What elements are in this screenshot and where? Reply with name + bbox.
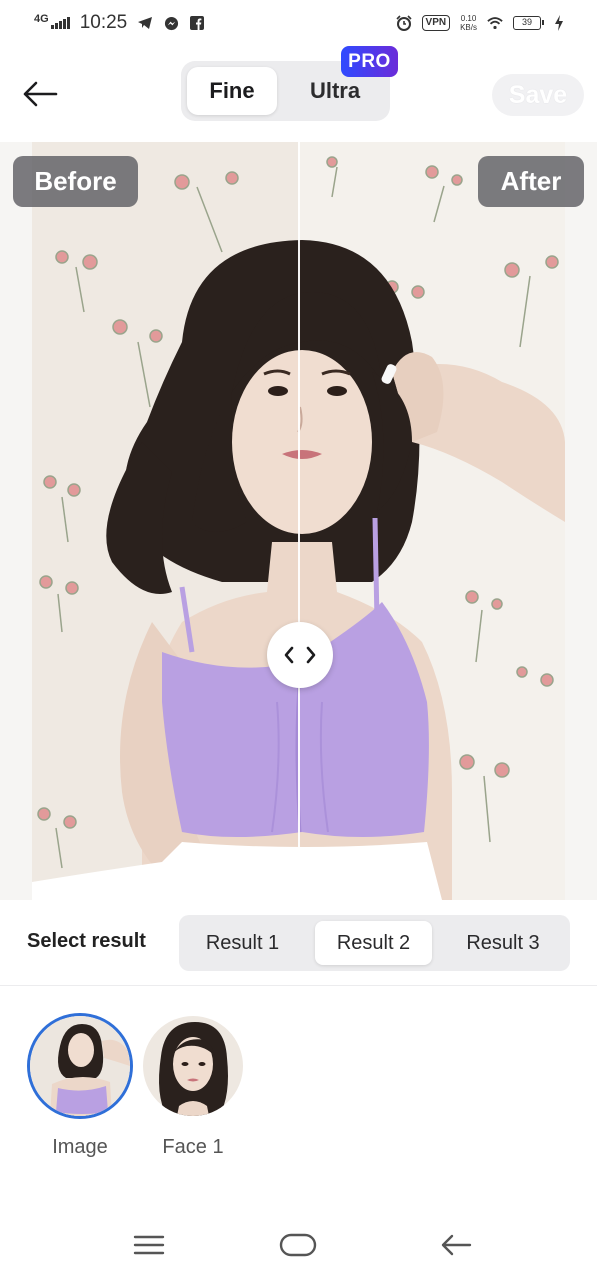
- after-label: After: [478, 156, 584, 207]
- right-margin: [565, 142, 597, 900]
- thumbnail-image-label: Image: [52, 1136, 108, 1158]
- before-label: Before: [13, 156, 138, 207]
- image-thumbnail-picture: [30, 1016, 130, 1116]
- network-type: 4G: [34, 13, 49, 25]
- thumbnail-face-1-label: Face 1: [162, 1136, 224, 1158]
- face-thumbnail-picture: [143, 1016, 243, 1116]
- signal-icon: [50, 17, 70, 29]
- result-2-tab[interactable]: Result 2: [315, 921, 432, 965]
- save-button[interactable]: Save: [492, 74, 584, 116]
- telegram-icon: [137, 15, 153, 31]
- pro-badge: PRO: [341, 46, 398, 77]
- menu-icon: [133, 1235, 165, 1255]
- status-bar: 4G 10:25 VPN 0.10 KB/s 39: [0, 0, 597, 46]
- result-tabs: Result 1 Result 2 Result 3: [179, 915, 570, 971]
- top-toolbar: Fine Ultra PRO Save: [0, 46, 597, 136]
- mode-fine-tab[interactable]: Fine: [187, 67, 277, 115]
- thumbnail-face-1[interactable]: [143, 1016, 243, 1116]
- section-divider: [0, 985, 597, 986]
- back-arrow-icon: [441, 1234, 472, 1256]
- chevron-left-right-icon: [284, 646, 316, 664]
- alarm-icon: [395, 15, 412, 31]
- network-speed: 0.10 KB/s: [460, 14, 477, 32]
- back-button[interactable]: [18, 74, 62, 114]
- nav-back-button[interactable]: [431, 1225, 481, 1265]
- messenger-icon: [163, 15, 179, 31]
- left-margin: [0, 142, 32, 900]
- status-time: 10:25: [79, 12, 128, 33]
- nav-menu-button[interactable]: [124, 1225, 174, 1265]
- compare-divider[interactable]: [298, 142, 300, 900]
- home-icon: [279, 1233, 317, 1257]
- compare-slider-handle[interactable]: [267, 622, 333, 688]
- thumbnail-image[interactable]: [30, 1016, 130, 1116]
- speed-value: 0.10: [460, 14, 477, 23]
- nav-home-button[interactable]: [273, 1225, 323, 1265]
- before-after-compare[interactable]: Before After: [0, 142, 597, 900]
- vpn-badge: VPN: [421, 15, 451, 31]
- battery-icon: 39: [513, 16, 544, 30]
- wifi-icon: [487, 15, 503, 31]
- result-selector-row: Select result Result 1 Result 2 Result 3: [0, 900, 597, 986]
- select-result-label: Select result: [27, 930, 146, 952]
- system-navigation-bar: [0, 1205, 597, 1280]
- facebook-icon: [189, 15, 205, 31]
- charging-icon: [551, 15, 567, 31]
- speed-unit: KB/s: [460, 23, 477, 32]
- arrow-left-icon: [23, 81, 58, 107]
- result-1-tab[interactable]: Result 1: [185, 921, 300, 965]
- result-3-tab[interactable]: Result 3: [443, 921, 563, 965]
